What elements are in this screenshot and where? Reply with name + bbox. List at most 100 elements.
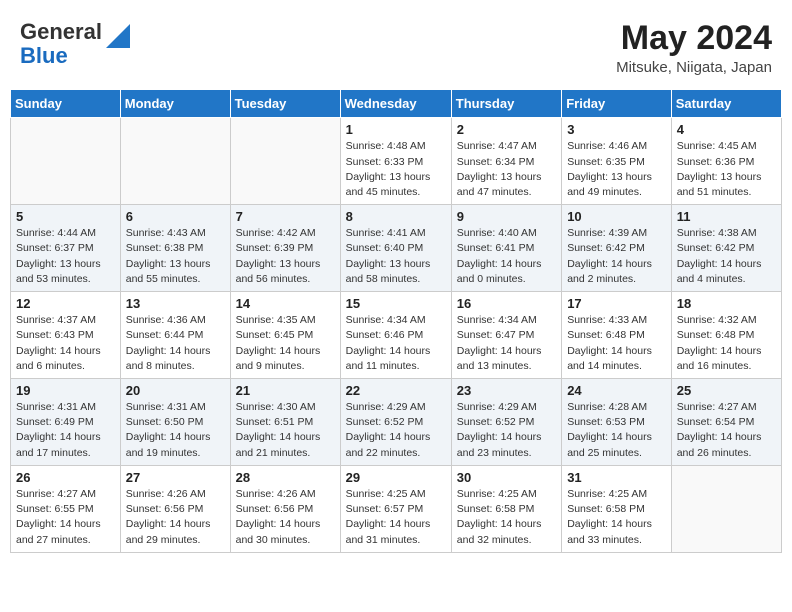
calendar-cell: 8 Sunrise: 4:41 AM Sunset: 6:40 PM Daylig… [340, 205, 451, 292]
day-number: 17 [567, 296, 666, 311]
day-info: Sunrise: 4:31 AM Sunset: 6:49 PM Dayligh… [16, 400, 115, 461]
day-header-friday: Friday [562, 90, 672, 118]
day-info: Sunrise: 4:41 AM Sunset: 6:40 PM Dayligh… [346, 226, 446, 287]
day-info: Sunrise: 4:26 AM Sunset: 6:56 PM Dayligh… [126, 487, 225, 548]
day-number: 13 [126, 296, 225, 311]
day-number: 28 [236, 470, 335, 485]
day-number: 8 [346, 209, 446, 224]
day-number: 30 [457, 470, 556, 485]
calendar-cell: 22 Sunrise: 4:29 AM Sunset: 6:52 PM Dayli… [340, 379, 451, 466]
calendar-cell: 2 Sunrise: 4:47 AM Sunset: 6:34 PM Daylig… [451, 118, 561, 205]
calendar-cell: 1 Sunrise: 4:48 AM Sunset: 6:33 PM Daylig… [340, 118, 451, 205]
day-number: 6 [126, 209, 225, 224]
day-number: 19 [16, 383, 115, 398]
day-info: Sunrise: 4:25 AM Sunset: 6:58 PM Dayligh… [457, 487, 556, 548]
calendar-header-row: SundayMondayTuesdayWednesdayThursdayFrid… [11, 90, 782, 118]
calendar-cell: 6Sunrise: 4:43 AM Sunset: 6:38 PM Daylig… [120, 205, 230, 292]
day-header-tuesday: Tuesday [230, 90, 340, 118]
calendar-cell: 24 Sunrise: 4:28 AM Sunset: 6:53 PM Dayli… [562, 379, 672, 466]
calendar-cell: 5 Sunrise: 4:44 AM Sunset: 6:37 PM Daylig… [11, 205, 121, 292]
day-info: Sunrise: 4:40 AM Sunset: 6:41 PM Dayligh… [457, 226, 556, 287]
day-info: Sunrise: 4:36 AM Sunset: 6:44 PM Dayligh… [126, 313, 225, 374]
day-number: 24 [567, 383, 666, 398]
day-info: Sunrise: 4:46 AM Sunset: 6:35 PM Dayligh… [567, 139, 666, 200]
day-info: Sunrise: 4:29 AM Sunset: 6:52 PM Dayligh… [457, 400, 556, 461]
calendar-cell: 11 Sunrise: 4:38 AM Sunset: 6:42 PM Dayli… [671, 205, 781, 292]
day-number: 3 [567, 122, 666, 137]
day-number: 2 [457, 122, 556, 137]
day-header-wednesday: Wednesday [340, 90, 451, 118]
month-year: May 2024 [616, 20, 772, 57]
calendar-cell [120, 118, 230, 205]
calendar-week-row: 5 Sunrise: 4:44 AM Sunset: 6:37 PM Daylig… [11, 205, 782, 292]
day-info: Sunrise: 4:37 AM Sunset: 6:43 PM Dayligh… [16, 313, 115, 374]
calendar-cell: 4Sunrise: 4:45 AM Sunset: 6:36 PM Daylig… [671, 118, 781, 205]
day-number: 4 [677, 122, 776, 137]
calendar-cell: 31Sunrise: 4:25 AM Sunset: 6:58 PM Dayli… [562, 465, 672, 552]
day-number: 7 [236, 209, 335, 224]
calendar-cell: 16 Sunrise: 4:34 AM Sunset: 6:47 PM Dayli… [451, 292, 561, 379]
day-info: Sunrise: 4:31 AM Sunset: 6:50 PM Dayligh… [126, 400, 225, 461]
day-info: Sunrise: 4:42 AM Sunset: 6:39 PM Dayligh… [236, 226, 335, 287]
calendar-cell: 27Sunrise: 4:26 AM Sunset: 6:56 PM Dayli… [120, 465, 230, 552]
calendar-week-row: 26Sunrise: 4:27 AM Sunset: 6:55 PM Dayli… [11, 465, 782, 552]
day-info: Sunrise: 4:47 AM Sunset: 6:34 PM Dayligh… [457, 139, 556, 200]
calendar-cell: 20 Sunrise: 4:31 AM Sunset: 6:50 PM Dayli… [120, 379, 230, 466]
calendar-cell: 9Sunrise: 4:40 AM Sunset: 6:41 PM Daylig… [451, 205, 561, 292]
day-number: 22 [346, 383, 446, 398]
calendar-week-row: 12Sunrise: 4:37 AM Sunset: 6:43 PM Dayli… [11, 292, 782, 379]
calendar-cell: 23 Sunrise: 4:29 AM Sunset: 6:52 PM Dayli… [451, 379, 561, 466]
day-info: Sunrise: 4:27 AM Sunset: 6:54 PM Dayligh… [677, 400, 776, 461]
day-info: Sunrise: 4:32 AM Sunset: 6:48 PM Dayligh… [677, 313, 776, 374]
calendar-cell [671, 465, 781, 552]
logo-general: General [20, 20, 102, 44]
day-number: 31 [567, 470, 666, 485]
day-number: 20 [126, 383, 225, 398]
day-info: Sunrise: 4:33 AM Sunset: 6:48 PM Dayligh… [567, 313, 666, 374]
day-number: 14 [236, 296, 335, 311]
day-info: Sunrise: 4:48 AM Sunset: 6:33 PM Dayligh… [346, 139, 446, 200]
day-number: 11 [677, 209, 776, 224]
logo-blue: Blue [20, 44, 102, 68]
day-number: 5 [16, 209, 115, 224]
calendar-cell: 30 Sunrise: 4:25 AM Sunset: 6:58 PM Dayli… [451, 465, 561, 552]
day-number: 18 [677, 296, 776, 311]
day-header-monday: Monday [120, 90, 230, 118]
title-block: May 2024 Mitsuke, Niigata, Japan [616, 20, 772, 76]
day-info: Sunrise: 4:38 AM Sunset: 6:42 PM Dayligh… [677, 226, 776, 287]
calendar-week-row: 1 Sunrise: 4:48 AM Sunset: 6:33 PM Daylig… [11, 118, 782, 205]
day-info: Sunrise: 4:27 AM Sunset: 6:55 PM Dayligh… [16, 487, 115, 548]
calendar-cell: 14Sunrise: 4:35 AM Sunset: 6:45 PM Dayli… [230, 292, 340, 379]
calendar-cell: 7 Sunrise: 4:42 AM Sunset: 6:39 PM Daylig… [230, 205, 340, 292]
calendar-cell: 10Sunrise: 4:39 AM Sunset: 6:42 PM Dayli… [562, 205, 672, 292]
calendar-table: SundayMondayTuesdayWednesdayThursdayFrid… [10, 89, 782, 552]
day-info: Sunrise: 4:39 AM Sunset: 6:42 PM Dayligh… [567, 226, 666, 287]
day-number: 21 [236, 383, 335, 398]
calendar-cell: 17 Sunrise: 4:33 AM Sunset: 6:48 PM Dayli… [562, 292, 672, 379]
calendar-cell: 15 Sunrise: 4:34 AM Sunset: 6:46 PM Dayli… [340, 292, 451, 379]
day-info: Sunrise: 4:28 AM Sunset: 6:53 PM Dayligh… [567, 400, 666, 461]
day-number: 1 [346, 122, 446, 137]
day-info: Sunrise: 4:44 AM Sunset: 6:37 PM Dayligh… [16, 226, 115, 287]
calendar-cell: 21 Sunrise: 4:30 AM Sunset: 6:51 PM Dayli… [230, 379, 340, 466]
calendar-cell: 12Sunrise: 4:37 AM Sunset: 6:43 PM Dayli… [11, 292, 121, 379]
day-header-sunday: Sunday [11, 90, 121, 118]
logo-icon [104, 22, 132, 50]
day-number: 25 [677, 383, 776, 398]
calendar-cell: 13 Sunrise: 4:36 AM Sunset: 6:44 PM Dayli… [120, 292, 230, 379]
calendar-cell: 25 Sunrise: 4:27 AM Sunset: 6:54 PM Dayli… [671, 379, 781, 466]
day-number: 16 [457, 296, 556, 311]
calendar-cell: 19 Sunrise: 4:31 AM Sunset: 6:49 PM Dayli… [11, 379, 121, 466]
day-info: Sunrise: 4:30 AM Sunset: 6:51 PM Dayligh… [236, 400, 335, 461]
day-header-saturday: Saturday [671, 90, 781, 118]
day-number: 15 [346, 296, 446, 311]
calendar-cell: 28 Sunrise: 4:26 AM Sunset: 6:56 PM Dayli… [230, 465, 340, 552]
calendar-cell [230, 118, 340, 205]
day-info: Sunrise: 4:29 AM Sunset: 6:52 PM Dayligh… [346, 400, 446, 461]
calendar-cell: 3 Sunrise: 4:46 AM Sunset: 6:35 PM Daylig… [562, 118, 672, 205]
day-info: Sunrise: 4:34 AM Sunset: 6:47 PM Dayligh… [457, 313, 556, 374]
day-info: Sunrise: 4:34 AM Sunset: 6:46 PM Dayligh… [346, 313, 446, 374]
day-number: 23 [457, 383, 556, 398]
day-info: Sunrise: 4:26 AM Sunset: 6:56 PM Dayligh… [236, 487, 335, 548]
location: Mitsuke, Niigata, Japan [616, 59, 772, 76]
